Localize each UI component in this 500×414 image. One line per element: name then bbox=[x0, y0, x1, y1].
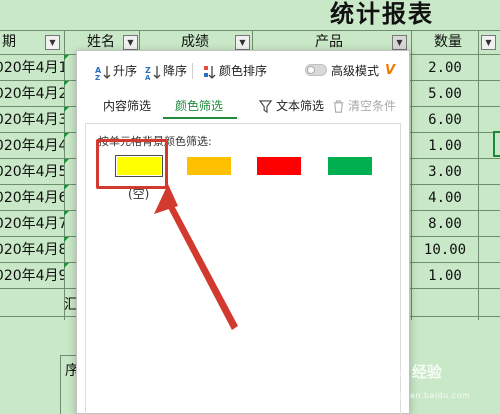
funnel-icon bbox=[259, 100, 273, 114]
color-sort-button[interactable]: 颜色排序 bbox=[201, 62, 267, 80]
date-cell[interactable]: 2020年4月3日 bbox=[0, 107, 64, 133]
qty-cell[interactable]: 4.00 bbox=[412, 185, 478, 211]
qty-cell[interactable]: 3.00 bbox=[412, 159, 478, 185]
qty-cell[interactable]: 10.00 bbox=[412, 237, 478, 263]
active-tab-indicator bbox=[163, 117, 237, 119]
trash-icon bbox=[333, 100, 344, 113]
sort-descending-button[interactable]: Z A 降序 bbox=[145, 62, 187, 80]
clear-conditions-button[interactable]: 清空条件 bbox=[331, 97, 396, 115]
filter-tabs: 内容筛选 颜色筛选 文本筛选 清空条件 bbox=[77, 89, 409, 121]
filter-dropdown-score[interactable]: ▼ bbox=[235, 35, 250, 50]
watermark-logo: Bai 经验 jingyan.baidu.com bbox=[380, 362, 498, 402]
header-date: 日期 ▼ bbox=[0, 30, 65, 55]
filter-dropdown-name[interactable]: ▼ bbox=[123, 35, 138, 50]
date-cell[interactable]: 2020年4月9日 bbox=[0, 263, 64, 289]
watermark-text: Bai 经验 bbox=[380, 363, 442, 381]
watermark-subtext: jingyan.baidu.com bbox=[388, 391, 471, 400]
text-filter-button[interactable]: 文本筛选 bbox=[259, 97, 324, 115]
filter-dropdown-qty[interactable]: ▼ bbox=[481, 35, 496, 50]
toolbar-divider bbox=[192, 63, 193, 79]
date-cell[interactable]: 2020年4月1日 bbox=[0, 55, 64, 81]
sort-ascending-label: 升序 bbox=[113, 64, 138, 78]
color-swatch-green[interactable] bbox=[328, 157, 372, 175]
color-swatch-red[interactable] bbox=[257, 157, 301, 175]
date-cell[interactable]: 2020年4月2日 bbox=[0, 81, 64, 107]
color-sort-icon bbox=[204, 65, 216, 79]
date-cell[interactable]: 2020年4月4日 bbox=[0, 133, 64, 159]
filter-dropdown-date[interactable]: ▼ bbox=[45, 35, 60, 50]
advanced-mode-toggle[interactable] bbox=[305, 64, 327, 76]
svg-text:Z: Z bbox=[95, 74, 100, 80]
selected-cell[interactable] bbox=[493, 131, 500, 157]
date-cell[interactable]: 2020年4月7日 bbox=[0, 211, 64, 237]
date-cell[interactable]: 2020年4月8日 bbox=[0, 237, 64, 263]
qty-cell[interactable]: 6.00 bbox=[412, 107, 478, 133]
qty-cell[interactable]: 5.00 bbox=[412, 81, 478, 107]
qty-cell[interactable]: 1.00 bbox=[412, 133, 478, 159]
date-cell[interactable]: 2020年4月6日 bbox=[0, 185, 64, 211]
header-date-label: 日期 bbox=[0, 34, 16, 50]
sort-descending-label: 降序 bbox=[163, 64, 188, 78]
sort-ascending-icon: A Z bbox=[95, 65, 111, 80]
advanced-mode-label: 高级模式 bbox=[331, 64, 380, 78]
tab-color-filter[interactable]: 颜色筛选 bbox=[175, 97, 223, 115]
header-qty-label: 数量 bbox=[434, 34, 462, 50]
date-cell[interactable]: 2020年4月5日 bbox=[0, 159, 64, 185]
tab-content-filter[interactable]: 内容筛选 bbox=[103, 97, 151, 115]
qty-cell[interactable]: 2.00 bbox=[412, 55, 478, 81]
color-swatch-orange[interactable] bbox=[187, 157, 231, 175]
svg-text:A: A bbox=[145, 74, 151, 80]
sort-descending-icon: Z A bbox=[145, 65, 161, 80]
vip-badge: V bbox=[385, 63, 396, 78]
filter-toolbar: A Z 升序 Z A 降序 颜色排序 高级模式 V bbox=[77, 51, 409, 89]
qty-cell[interactable]: 8.00 bbox=[412, 211, 478, 237]
qty-cell[interactable]: 1.00 bbox=[412, 263, 478, 289]
header-qty: 数量 ▼ bbox=[411, 30, 500, 55]
clear-conditions-label: 清空条件 bbox=[348, 99, 397, 113]
color-sort-label: 颜色排序 bbox=[219, 64, 268, 78]
annotation-arrow-icon bbox=[154, 184, 238, 330]
sort-ascending-button[interactable]: A Z 升序 bbox=[95, 62, 137, 80]
report-title: 统计报表 bbox=[330, 0, 434, 28]
text-filter-label: 文本筛选 bbox=[276, 99, 325, 113]
filter-dropdown-product[interactable]: ▼ bbox=[392, 35, 407, 50]
